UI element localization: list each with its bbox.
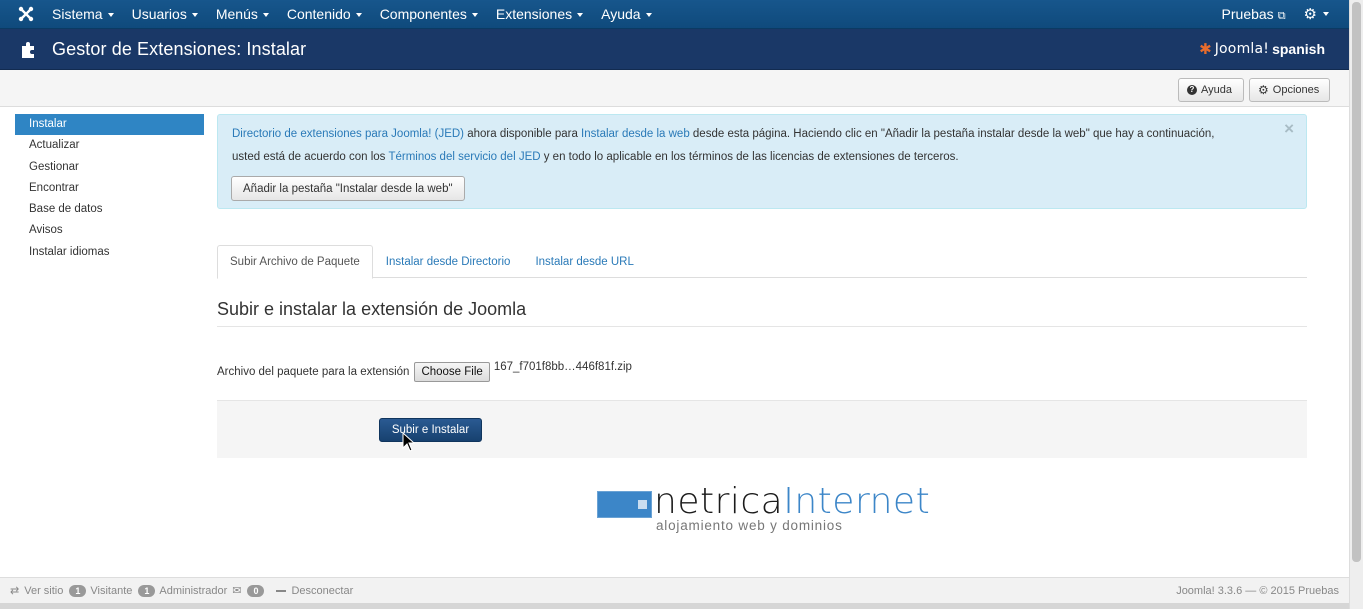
- jed-link[interactable]: Directorio de extensiones para Joomla! (…: [232, 128, 464, 140]
- form-actions: Subir e Instalar: [217, 400, 1307, 458]
- upload-and-install-button[interactable]: Subir e Instalar: [379, 418, 482, 442]
- sidebar-item-instalar-idiomas[interactable]: Instalar idiomas: [15, 242, 204, 263]
- gear-icon: ⚙: [1258, 83, 1269, 97]
- choose-file-button[interactable]: Choose File: [414, 362, 490, 382]
- caret-down-icon: [262, 13, 269, 17]
- menu-extensiones[interactable]: Extensiones: [496, 0, 593, 29]
- page-header: Gestor de Extensiones: Instalar ✱ Joomla…: [0, 29, 1349, 70]
- alert-line-1: Directorio de extensiones para Joomla! (…: [232, 128, 1215, 140]
- menu-menus[interactable]: Menús: [216, 0, 279, 29]
- bottom-strip: [0, 603, 1349, 609]
- netrica-tagline: alojamiento web y dominios: [656, 518, 843, 533]
- toolbar: ? Ayuda ⚙ Opciones: [0, 70, 1349, 107]
- page-title: Gestor de Extensiones: Instalar: [52, 38, 307, 59]
- joomla-brand-icon: ✱: [1199, 41, 1212, 58]
- joomla-spanish-logo: ✱ Joomla! spanish: [1199, 41, 1325, 58]
- envelope-icon: ✉: [232, 585, 242, 597]
- minus-icon: [276, 589, 287, 592]
- top-navbar: Sistema Usuarios Menús Contenido Compone…: [0, 0, 1349, 29]
- sidebar-item-actualizar[interactable]: Actualizar: [15, 135, 204, 156]
- tab-install-from-url[interactable]: Instalar desde URL: [523, 245, 645, 278]
- view-site-link[interactable]: ⇄ Ver sitio: [10, 584, 63, 597]
- section-title: Subir e instalar la extensión de Joomla: [217, 299, 527, 319]
- alert-line-2: usted está de acuerdo con los Términos d…: [232, 151, 959, 163]
- sidebar-item-instalar[interactable]: Instalar: [15, 114, 204, 136]
- admins-count-badge: 1: [138, 584, 156, 597]
- close-icon[interactable]: ×: [1284, 119, 1294, 139]
- joomla-logo-icon[interactable]: [0, 0, 52, 29]
- sidebar: Instalar Actualizar Gestionar Encontrar …: [15, 114, 204, 263]
- tab-install-from-directory[interactable]: Instalar desde Directorio: [374, 245, 523, 278]
- menu-ayuda[interactable]: Ayuda: [601, 0, 661, 29]
- netrica-logo-box-icon: [597, 491, 652, 518]
- menu-componentes[interactable]: Componentes: [380, 0, 488, 29]
- add-web-install-tab-button[interactable]: Añadir la pestaña "Instalar desde la web…: [231, 176, 465, 201]
- settings-dropdown[interactable]: ⚙: [1304, 5, 1329, 23]
- menu-usuarios[interactable]: Usuarios: [132, 0, 208, 29]
- menu-contenido[interactable]: Contenido: [287, 0, 372, 29]
- sidebar-item-avisos[interactable]: Avisos: [15, 220, 204, 241]
- netrica-logo: netricaInternet alojamiento web y domini…: [596, 482, 931, 538]
- external-link-icon: ⧉: [1277, 9, 1286, 22]
- install-from-web-link[interactable]: Instalar desde la web: [581, 128, 690, 140]
- tab-upload-package[interactable]: Subir Archivo de Paquete: [217, 245, 373, 279]
- site-link[interactable]: Pruebas ⧉: [1222, 6, 1286, 23]
- caret-down-icon: [645, 13, 652, 17]
- jed-terms-link[interactable]: Términos del servicio del JED: [388, 151, 540, 163]
- install-tabs: Subir Archivo de Paquete Instalar desde …: [217, 245, 1307, 279]
- caret-down-icon: [577, 13, 584, 17]
- messages-count-badge[interactable]: 0: [247, 584, 265, 597]
- package-file-field: Archivo del paquete para la extensión Ch…: [217, 361, 632, 382]
- file-field-label: Archivo del paquete para la extensión: [217, 366, 410, 378]
- mouse-pointer-icon: [402, 432, 416, 452]
- jed-info-alert: Directorio de extensiones para Joomla! (…: [217, 114, 1307, 209]
- sidebar-item-encontrar[interactable]: Encontrar: [15, 178, 204, 199]
- vertical-scrollbar[interactable]: [1349, 0, 1363, 609]
- gear-icon: ⚙: [1303, 6, 1317, 23]
- status-bar: ⇄ Ver sitio 1 Visitante 1 Administrador ✉…: [0, 577, 1349, 603]
- selected-file-name: 167_f701f8bb…446f81f.zip: [493, 361, 632, 373]
- help-button[interactable]: ? Ayuda: [1178, 78, 1244, 102]
- question-circle-icon: ?: [1187, 85, 1197, 95]
- scrollbar-thumb[interactable]: [1352, 2, 1361, 562]
- caret-down-icon: [355, 13, 362, 17]
- share-icon: ⇄: [10, 585, 20, 597]
- sidebar-item-gestionar[interactable]: Gestionar: [15, 157, 204, 178]
- caret-down-icon: [1323, 12, 1329, 16]
- logout-link[interactable]: Desconectar: [291, 585, 353, 597]
- footer-version: Joomla! 3.3.6 — © 2015 Pruebas: [1176, 584, 1339, 597]
- caret-down-icon: [107, 13, 114, 17]
- divider: [217, 326, 1307, 327]
- puzzle-icon: [22, 42, 34, 58]
- caret-down-icon: [471, 13, 478, 17]
- sidebar-item-base-de-datos[interactable]: Base de datos: [15, 199, 204, 220]
- caret-down-icon: [191, 13, 198, 17]
- visitors-count-badge: 1: [69, 584, 87, 597]
- options-button[interactable]: ⚙ Opciones: [1249, 78, 1330, 102]
- menu-sistema[interactable]: Sistema: [52, 0, 124, 29]
